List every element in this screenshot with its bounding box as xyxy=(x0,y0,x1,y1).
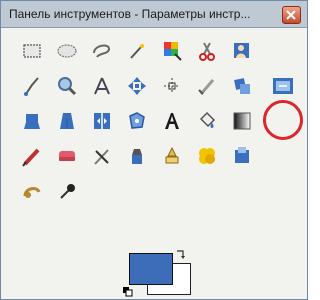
paths-icon xyxy=(24,77,39,96)
cage-transform-tool[interactable] xyxy=(123,107,151,135)
foreground-color-swatch[interactable] xyxy=(129,253,173,285)
shear-tool[interactable] xyxy=(18,107,46,135)
perspective-clone-tool[interactable] xyxy=(18,177,46,205)
window-title: Панель инструментов - Параметры инстр... xyxy=(9,7,251,21)
foreground-select-icon xyxy=(234,43,249,58)
align-icon xyxy=(164,78,180,94)
text-icon xyxy=(165,113,179,129)
perspective-tool[interactable] xyxy=(53,107,81,135)
crop-icon xyxy=(198,79,215,95)
scissors-select-icon xyxy=(199,42,215,61)
rect-select-icon xyxy=(23,44,41,58)
crop-tool[interactable] xyxy=(193,72,221,100)
align-tool[interactable] xyxy=(158,72,186,100)
scissors-select-tool[interactable] xyxy=(193,37,221,65)
color-area xyxy=(119,247,199,299)
text-tool[interactable] xyxy=(158,107,186,135)
rotate-icon xyxy=(234,78,250,94)
close-button[interactable] xyxy=(282,6,301,24)
move-tool[interactable] xyxy=(123,72,151,100)
paths-tool[interactable] xyxy=(18,72,46,100)
free-select-tool[interactable] xyxy=(88,37,116,65)
scale-tool[interactable] xyxy=(269,72,297,100)
select-by-color-icon xyxy=(164,42,182,61)
blend-tool[interactable] xyxy=(228,107,256,135)
clone-icon xyxy=(199,148,215,164)
default-colors-icon[interactable] xyxy=(123,287,133,297)
pencil-icon xyxy=(22,148,40,167)
ink-icon xyxy=(165,146,179,164)
airbrush-tool[interactable] xyxy=(123,142,151,170)
measure-icon xyxy=(94,77,110,95)
smudge-tool[interactable] xyxy=(53,177,81,205)
ellipse-select-icon xyxy=(57,44,77,58)
select-by-color-tool[interactable] xyxy=(158,37,186,65)
tool-grid xyxy=(1,27,307,247)
cage-transform-icon xyxy=(129,112,145,129)
heal-icon xyxy=(235,147,249,163)
ellipse-select-tool[interactable] xyxy=(53,37,81,65)
eraser-icon xyxy=(94,149,109,165)
free-select-icon xyxy=(93,44,111,58)
perspective-clone-icon xyxy=(23,187,41,198)
perspective-icon xyxy=(60,113,74,129)
scale-icon xyxy=(273,78,293,94)
blend-icon xyxy=(233,112,251,130)
bucket-fill-tool[interactable] xyxy=(193,107,221,135)
close-icon xyxy=(286,10,296,20)
fuzzy-select-icon xyxy=(130,44,144,59)
shear-icon xyxy=(24,114,40,129)
flip-icon xyxy=(94,113,110,129)
clone-tool[interactable] xyxy=(193,142,221,170)
swap-colors-icon[interactable] xyxy=(175,249,187,261)
paintbrush-tool[interactable] xyxy=(53,142,81,170)
title-bar[interactable]: Панель инструментов - Параметры инстр... xyxy=(1,1,307,28)
measure-tool[interactable] xyxy=(88,72,116,100)
move-icon xyxy=(128,77,146,95)
smudge-icon xyxy=(60,184,75,199)
pencil-tool[interactable] xyxy=(18,142,46,170)
color-picker-tool[interactable] xyxy=(53,72,81,100)
toolbox-window: Панель инструментов - Параметры инстр... xyxy=(0,0,308,300)
foreground-select-tool[interactable] xyxy=(228,37,256,65)
rect-select-tool[interactable] xyxy=(18,37,46,65)
flip-tool[interactable] xyxy=(88,107,116,135)
bucket-fill-icon xyxy=(199,111,216,128)
heal-tool[interactable] xyxy=(228,142,256,170)
airbrush-icon xyxy=(132,149,142,164)
fuzzy-select-tool[interactable] xyxy=(123,37,151,65)
paintbrush-icon xyxy=(59,151,75,161)
rotate-tool[interactable] xyxy=(228,72,256,100)
eraser-tool[interactable] xyxy=(88,142,116,170)
ink-tool[interactable] xyxy=(158,142,186,170)
color-picker-icon xyxy=(58,77,77,96)
